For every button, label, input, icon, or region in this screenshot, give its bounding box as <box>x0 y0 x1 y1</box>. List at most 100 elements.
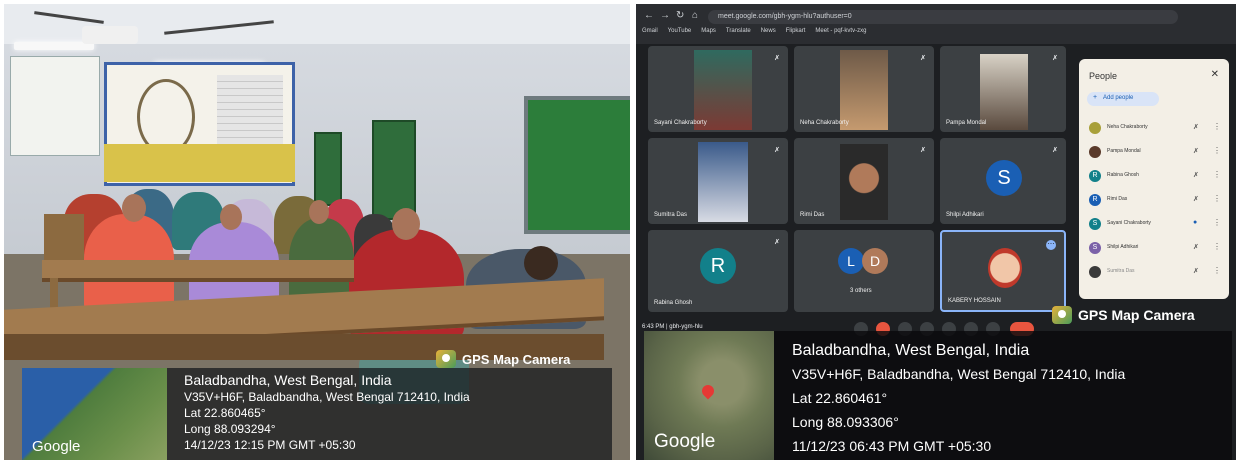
participant-video <box>840 50 888 130</box>
participant-name: Shilpi Adhikari <box>946 212 984 218</box>
participant-avatar: D <box>862 248 888 274</box>
mic-off-icon: ✗ <box>1193 244 1199 251</box>
people-row[interactable]: Pampa Mondal ✗ ⋮ <box>1089 145 1221 161</box>
people-row[interactable]: R Rimi Das ✗ ⋮ <box>1089 193 1221 209</box>
gps-camera-label: GPS Map Camera <box>1078 307 1195 323</box>
member-name: Shilpi Adhikari <box>1107 244 1139 250</box>
meet-screen-photo: ← → ↻ ⌂ meet.google.com/gbh-ygm-hlu?auth… <box>636 4 1236 460</box>
member-name: Sumitra Das <box>1107 268 1135 274</box>
gps-datetime: 14/12/23 12:15 PM GMT +05:30 <box>184 438 356 452</box>
people-row[interactable]: Sumitra Das ✗ ⋮ <box>1089 265 1221 281</box>
student-face <box>392 208 420 240</box>
member-name: Neha Chakraborty <box>1107 124 1148 130</box>
student-head <box>524 246 558 280</box>
student-face <box>309 200 329 224</box>
more-options-icon[interactable]: ⋮ <box>1213 170 1221 179</box>
participant-name: Sayani Chakraborty <box>654 120 707 126</box>
people-row[interactable]: S Shilpi Adhikari ✗ ⋮ <box>1089 241 1221 257</box>
video-tile[interactable]: ✗ Sumitra Das <box>648 138 788 224</box>
map-thumbnail: Google <box>644 331 774 460</box>
people-panel: People ✕ + Add people Neha Chakraborty ✗… <box>1079 59 1229 299</box>
mic-off-icon: ✗ <box>920 55 926 62</box>
bookmark-translate[interactable]: Translate <box>726 28 751 40</box>
bench <box>42 260 354 282</box>
member-avatar: S <box>1089 218 1101 230</box>
mic-off-icon: ✗ <box>1193 196 1199 203</box>
mic-off-icon: ✗ <box>920 147 926 154</box>
participant-name: Rabina Ghosh <box>654 300 693 306</box>
people-row[interactable]: Neha Chakraborty ✗ ⋮ <box>1089 121 1221 137</box>
gps-location: Baladbandha, West Bengal, India <box>184 372 392 388</box>
map-pin-icon <box>699 382 717 400</box>
wall-chart <box>10 56 100 156</box>
video-tile[interactable]: ✗ Pampa Mondal <box>940 46 1066 132</box>
home-icon[interactable]: ⌂ <box>692 10 698 21</box>
more-options-icon[interactable]: ⋮ <box>1213 266 1221 275</box>
more-options-icon[interactable]: ⋮ <box>1213 194 1221 203</box>
bench-leg <box>50 278 58 308</box>
participant-video <box>840 144 888 220</box>
more-options-icon[interactable]: ⋯ <box>1046 240 1056 250</box>
gps-address: V35V+H6F, Baladbandha, West Bengal 71241… <box>184 390 470 404</box>
add-people-button[interactable]: + Add people <box>1087 92 1159 106</box>
video-tile[interactable]: ✗ Rimi Das <box>794 138 934 224</box>
poster-caption-strip <box>104 144 295 182</box>
bookmark-news[interactable]: News <box>761 28 776 40</box>
mic-off-icon: ✗ <box>1193 124 1199 131</box>
participant-video <box>988 248 1022 288</box>
meeting-time-code: 6:43 PM | gbh-ygm-hlu <box>642 324 703 330</box>
back-icon[interactable]: ← <box>644 10 654 21</box>
forward-icon[interactable]: → <box>660 10 670 21</box>
participant-video <box>980 54 1028 130</box>
student-face <box>220 204 242 230</box>
gps-camera-tag: GPS Map Camera <box>436 350 570 368</box>
gps-latitude: Lat 22.860465° <box>184 406 266 420</box>
bookmark-flipkart[interactable]: Flipkart <box>786 28 806 40</box>
participant-name: Neha Chakraborty <box>800 120 849 126</box>
participant-name: Rimi Das <box>800 212 825 218</box>
gps-longitude: Long 88.093294° <box>184 422 276 436</box>
video-tile-active[interactable]: ⋯ KABERY HOSSAIN <box>940 230 1066 312</box>
gps-camera-logo-icon <box>1052 306 1072 324</box>
video-tile[interactable]: ✗ Sayani Chakraborty <box>648 46 788 132</box>
people-row[interactable]: R Rabina Ghosh ✗ ⋮ <box>1089 169 1221 185</box>
more-options-icon[interactable]: ⋮ <box>1213 122 1221 131</box>
more-options-icon[interactable]: ⋮ <box>1213 146 1221 155</box>
bookmark-meet[interactable]: Meet - pqf-kvtv-zxg <box>815 28 866 40</box>
member-avatar: S <box>1089 242 1101 254</box>
video-tile[interactable]: ✗ Neha Chakraborty <box>794 46 934 132</box>
add-people-label: Add people <box>1103 95 1134 101</box>
mic-off-icon: ✗ <box>1193 172 1199 179</box>
gps-longitude: Long 88.093306° <box>792 414 899 430</box>
mic-off-icon: ✗ <box>1193 268 1199 275</box>
more-options-icon[interactable]: ⋮ <box>1213 242 1221 251</box>
member-avatar: R <box>1089 170 1101 182</box>
bookmark-gmail[interactable]: Gmail <box>642 28 658 40</box>
participant-avatar: L <box>838 248 864 274</box>
people-row[interactable]: S Sayani Chakraborty ● ⋮ <box>1089 217 1221 233</box>
participant-name: Sumitra Das <box>654 212 688 218</box>
reload-icon[interactable]: ↻ <box>676 10 684 21</box>
more-options-icon[interactable]: ⋮ <box>1213 218 1221 227</box>
member-avatar <box>1089 122 1101 134</box>
bookmark-youtube[interactable]: YouTube <box>668 28 692 40</box>
gps-datetime: 11/12/23 06:43 PM GMT +05:30 <box>792 438 992 454</box>
video-tile[interactable]: R ✗ Rabina Ghosh <box>648 230 788 312</box>
video-tile-others[interactable]: L D 3 others <box>794 230 934 312</box>
gps-latitude: Lat 22.860461° <box>792 390 888 406</box>
gps-location: Baladbandha, West Bengal, India <box>792 342 1030 359</box>
projector <box>82 26 138 44</box>
mic-off-icon: ✗ <box>1052 147 1058 154</box>
door <box>372 120 416 220</box>
video-tile[interactable]: S ✗ Shilpi Adhikari <box>940 138 1066 224</box>
member-name: Pampa Mondal <box>1107 148 1141 154</box>
google-watermark: Google <box>32 438 81 455</box>
mic-off-icon: ✗ <box>1052 55 1058 62</box>
bookmark-maps[interactable]: Maps <box>701 28 716 40</box>
mic-off-icon: ✗ <box>774 147 780 154</box>
door <box>314 132 342 206</box>
people-panel-title: People <box>1089 71 1118 81</box>
poster-text-block <box>217 75 283 155</box>
address-bar[interactable]: meet.google.com/gbh-ygm-hlu?authuser=0 <box>708 10 1178 24</box>
close-icon[interactable]: ✕ <box>1211 69 1219 80</box>
